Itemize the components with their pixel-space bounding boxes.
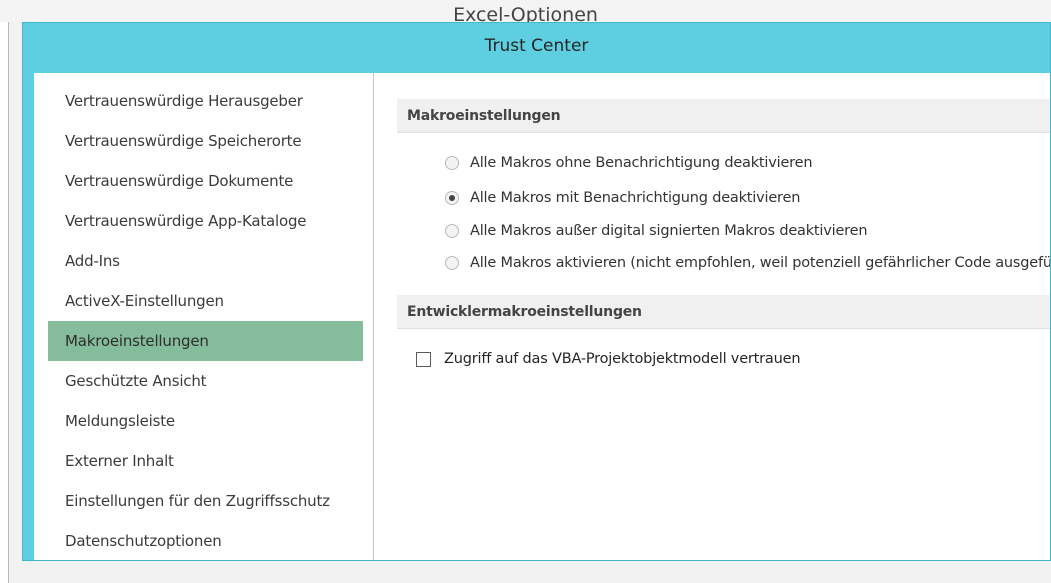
radio-enable-all[interactable]: Alle Makros aktivieren (nicht empfohlen,…	[445, 251, 1050, 275]
nav-item-trusted-documents[interactable]: Vertrauenswürdige Dokumente	[48, 161, 363, 201]
nav-item-trusted-locations[interactable]: Vertrauenswürdige Speicherorte	[48, 121, 363, 161]
category-nav: Vertrauenswürdige Herausgeber Vertrauens…	[34, 73, 374, 560]
nav-item-trusted-app-catalogs[interactable]: Vertrauenswürdige App-Kataloge	[48, 201, 363, 241]
radio-label: Alle Makros ohne Benachrichtigung deakti…	[470, 155, 813, 171]
nav-item-activex-settings[interactable]: ActiveX-Einstellungen	[48, 281, 363, 321]
nav-item-external-content[interactable]: Externer Inhalt	[48, 441, 363, 481]
radio-button[interactable]	[445, 156, 459, 170]
nav-item-privacy-options[interactable]: Datenschutzoptionen	[48, 521, 363, 561]
background-window-title: Excel-Optionen	[453, 4, 598, 22]
radio-label: Alle Makros aktivieren (nicht empfohlen,…	[470, 255, 1050, 271]
radio-button[interactable]	[445, 256, 459, 270]
background-window: Excel-Optionen	[0, 0, 1051, 22]
settings-panel: Makroeinstellungen Alle Makros ohne Bena…	[374, 73, 1050, 560]
nav-item-add-ins[interactable]: Add-Ins	[48, 241, 363, 281]
nav-item-file-block-settings[interactable]: Einstellungen für den Zugriffsschutz	[48, 481, 363, 521]
dialog-body: Vertrauenswürdige Herausgeber Vertrauens…	[34, 73, 1050, 560]
nav-item-protected-view[interactable]: Geschützte Ansicht	[48, 361, 363, 401]
developer-settings-header: Entwicklermakroeinstellungen	[397, 295, 1050, 329]
radio-label: Alle Makros mit Benachrichtigung deaktiv…	[470, 190, 801, 206]
radio-button-checked[interactable]	[445, 191, 459, 205]
radio-disable-except-signed[interactable]: Alle Makros außer digital signierten Mak…	[445, 219, 868, 243]
radio-disable-all-no-notification[interactable]: Alle Makros ohne Benachrichtigung deakti…	[445, 151, 813, 175]
nav-item-macro-settings[interactable]: Makroeinstellungen	[48, 321, 363, 361]
radio-disable-all-with-notification[interactable]: Alle Makros mit Benachrichtigung deaktiv…	[445, 186, 800, 210]
radio-label: Alle Makros außer digital signierten Mak…	[470, 223, 868, 239]
vba-trust-option[interactable]: Zugriff auf das VBA-Projektobjektmodell …	[416, 347, 801, 371]
macro-settings-header: Makroeinstellungen	[397, 99, 1050, 133]
vba-trust-checkbox[interactable]	[416, 351, 431, 367]
vba-trust-label: Zugriff auf das VBA-Projektobjektmodell …	[444, 351, 801, 367]
dialog-title: Trust Center	[484, 36, 589, 56]
radio-button[interactable]	[445, 224, 459, 238]
nav-item-message-bar[interactable]: Meldungsleiste	[48, 401, 363, 441]
trust-center-dialog: Trust Center Vertrauenswürdige Herausgeb…	[22, 22, 1051, 561]
nav-item-trusted-publishers[interactable]: Vertrauenswürdige Herausgeber	[48, 81, 363, 121]
